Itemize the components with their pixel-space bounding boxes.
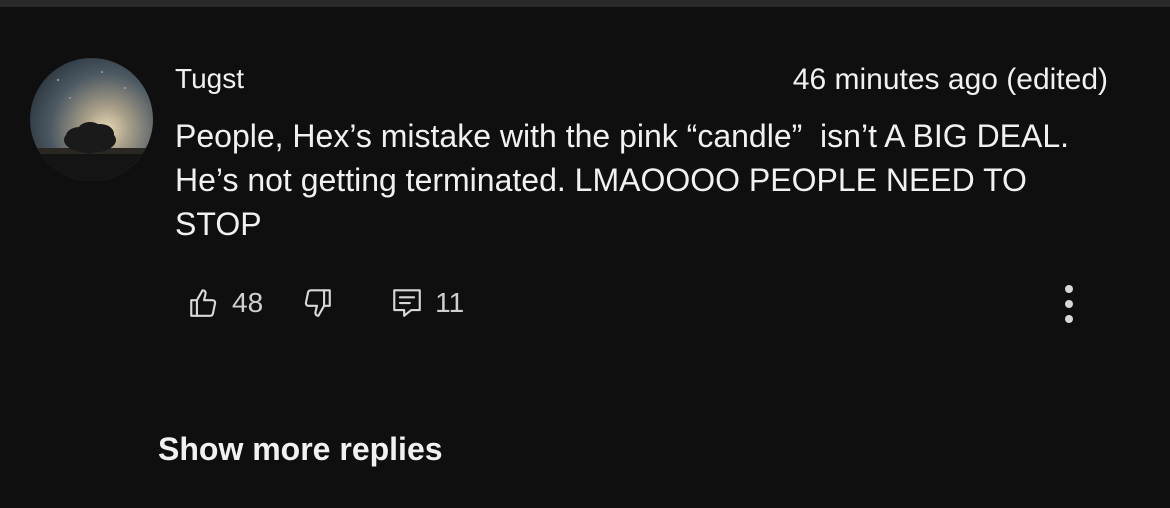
comment-text: People, Hex’s mistake with the pink “can… bbox=[175, 118, 1078, 242]
avatar[interactable] bbox=[30, 58, 153, 181]
reply-comment-icon[interactable] bbox=[389, 285, 425, 321]
more-dot bbox=[1065, 285, 1073, 293]
comment-timestamp: 46 minutes ago (edited) bbox=[792, 63, 1108, 96]
top-divider bbox=[0, 0, 1170, 7]
reply-count: 11 bbox=[435, 287, 465, 318]
show-more-replies-button[interactable]: Show more replies bbox=[158, 429, 443, 469]
comment-author[interactable]: Tugst bbox=[175, 62, 244, 96]
more-dot bbox=[1065, 300, 1073, 308]
comment-actions: 48 11 bbox=[186, 283, 464, 323]
more-vertical-icon[interactable] bbox=[1050, 280, 1088, 328]
thumbs-up-icon[interactable] bbox=[186, 285, 222, 321]
more-dot bbox=[1065, 315, 1073, 323]
thumbs-down-icon[interactable] bbox=[299, 285, 335, 321]
tree-silhouette-avatar-icon bbox=[30, 58, 153, 181]
like-count: 48 bbox=[232, 287, 264, 318]
